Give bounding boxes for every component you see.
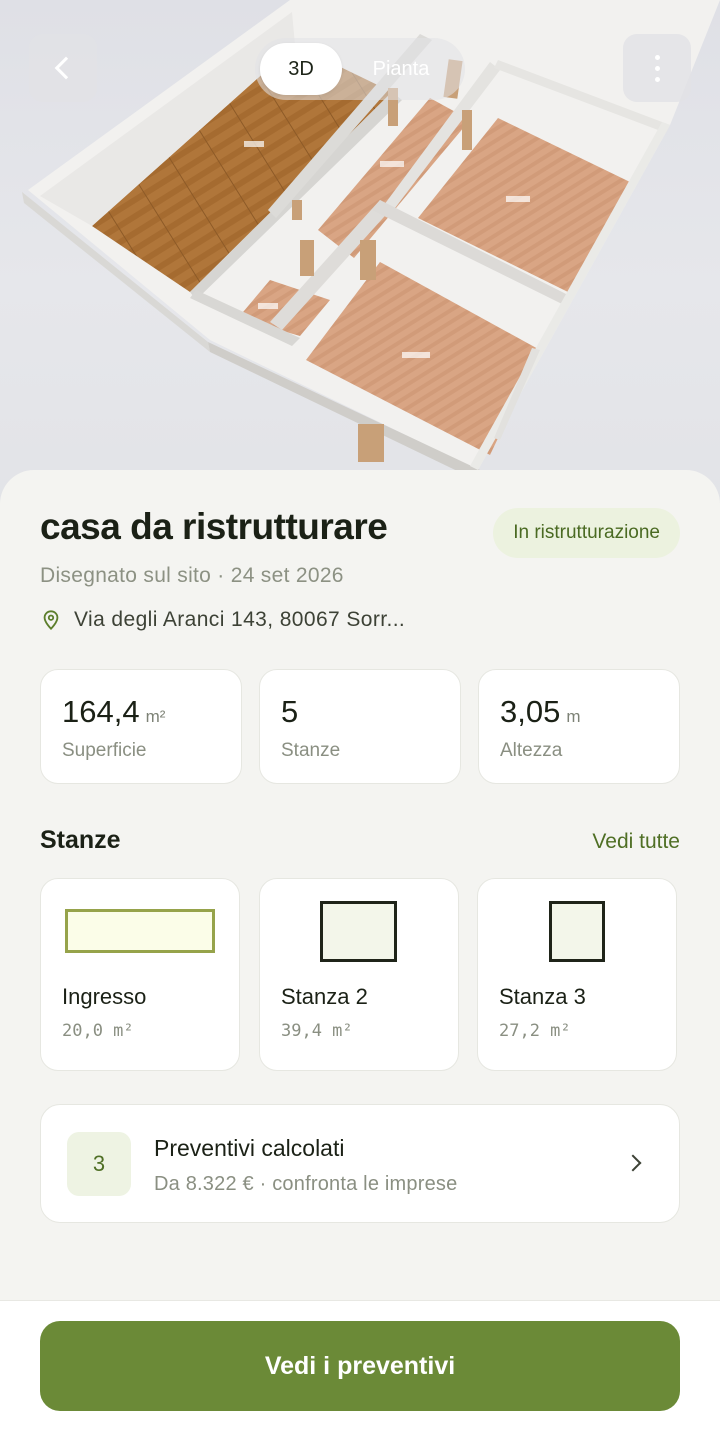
quotes-title: Preventivi calcolati (154, 1135, 345, 1161)
project-details-sheet: casa da ristrutturare In ristrutturazion… (0, 470, 720, 1435)
stat-value: 5 (281, 694, 299, 729)
view-quotes-button[interactable]: Vedi i preventivi (40, 1321, 680, 1411)
room-area: 20,0 m² (62, 1021, 134, 1041)
view-mode-plan[interactable]: Pianta (342, 43, 460, 95)
stat-card-height: 3,05 m Altezza (478, 669, 680, 784)
bottom-action-bar: Vedi i preventivi (0, 1300, 720, 1435)
quotes-count-badge: 3 (67, 1132, 131, 1196)
room-name: Stanza 2 (281, 984, 368, 1009)
chevron-left-icon (54, 56, 78, 80)
chevron-right-icon (624, 1154, 642, 1172)
room-shape-thumbnail (320, 901, 397, 962)
see-all-rooms-link[interactable]: Vedi tutte (592, 830, 680, 854)
room-shape-thumbnail (65, 909, 215, 953)
room-card-ingresso[interactable]: Ingresso 20,0 m² (40, 878, 240, 1071)
more-options-button[interactable] (623, 34, 691, 102)
quotes-subtitle: Da 8.322 € · confronta le imprese (154, 1173, 458, 1195)
room-shape-thumbnail (549, 901, 605, 962)
page-title: casa da ristrutturare (40, 506, 388, 547)
room-name: Stanza 3 (499, 984, 586, 1009)
room-card-stanza-2[interactable]: Stanza 2 39,4 m² (259, 878, 459, 1071)
floorplan-3d-view[interactable]: 3D Pianta (0, 0, 720, 520)
stat-value: 3,05 m (500, 694, 581, 729)
stat-label: Stanze (281, 740, 341, 761)
status-badge: In ristrutturazione (493, 508, 680, 558)
stat-card-rooms: 5 Stanze (259, 669, 461, 784)
room-area: 39,4 m² (281, 1021, 353, 1041)
back-button[interactable] (29, 34, 97, 102)
view-mode-toggle[interactable]: 3D Pianta (255, 38, 465, 100)
rooms-section-title: Stanze (40, 826, 121, 854)
more-vertical-icon (654, 54, 660, 82)
room-name: Ingresso (62, 984, 147, 1009)
project-address[interactable]: Via degli Aranci 143, 80067 Sorr... (40, 608, 405, 632)
room-area: 27,2 m² (499, 1021, 571, 1041)
room-card-stanza-3[interactable]: Stanza 3 27,2 m² (477, 878, 677, 1071)
stat-value: 164,4 m² (62, 694, 166, 729)
project-meta: Disegnato sul sito · 24 set 2026 (40, 564, 344, 587)
stat-card-area: 164,4 m² Superficie (40, 669, 242, 784)
view-mode-3d[interactable]: 3D (260, 43, 342, 95)
map-pin-icon (43, 610, 59, 630)
stat-label: Altezza (500, 740, 563, 761)
stat-label: Superficie (62, 740, 147, 761)
quotes-summary-card[interactable]: 3 Preventivi calcolati Da 8.322 € · conf… (40, 1104, 680, 1223)
address-text: Via degli Aranci 143, 80067 Sorr... (74, 608, 406, 631)
